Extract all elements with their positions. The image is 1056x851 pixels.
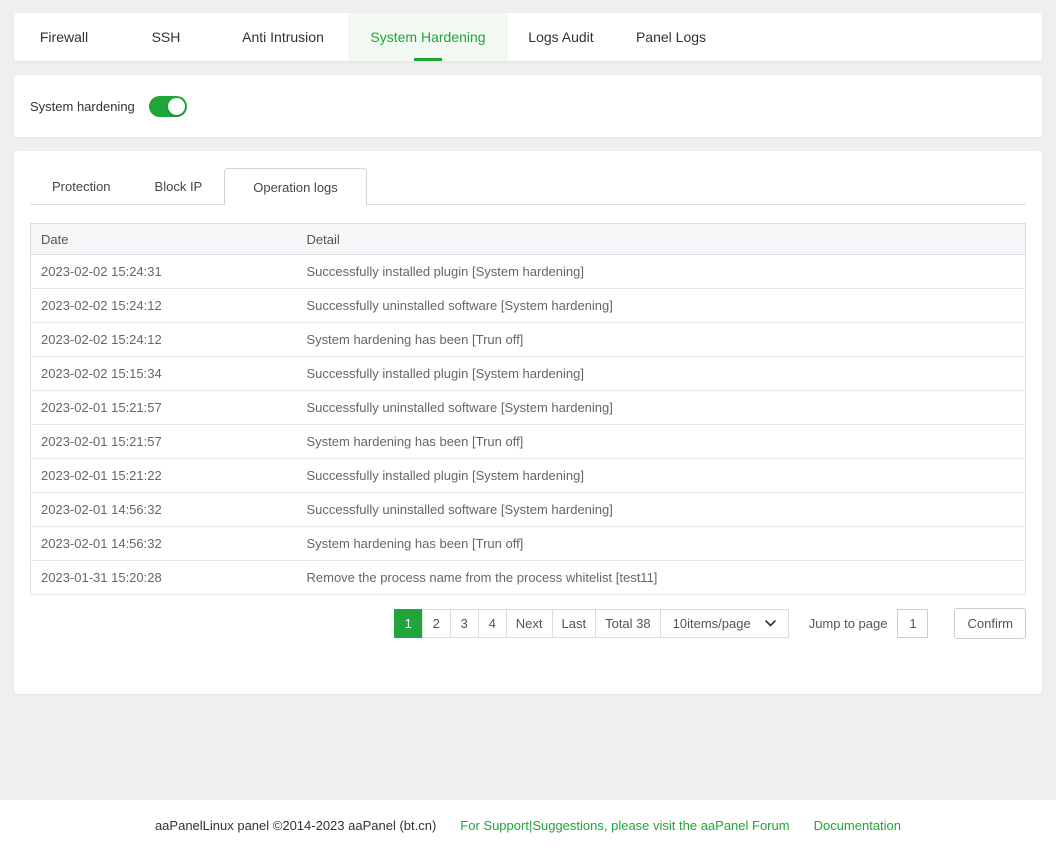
- jump-to-page-input[interactable]: [897, 609, 928, 638]
- tab-label: System Hardening: [370, 29, 485, 45]
- log-detail: Successfully uninstalled software [Syste…: [297, 391, 1026, 425]
- table-row: 2023-02-02 15:24:12 System hardening has…: [31, 323, 1026, 357]
- table-header-row: Date Detail: [31, 224, 1026, 255]
- next-page-button[interactable]: Next: [506, 609, 553, 638]
- log-date: 2023-02-02 15:24:12: [31, 323, 297, 357]
- tab-label: Panel Logs: [636, 29, 706, 45]
- operation-logs-panel: Protection Block IP Operation logs Date …: [14, 151, 1042, 694]
- page-button-2[interactable]: 2: [422, 609, 451, 638]
- operation-logs-table: Date Detail 2023-02-02 15:24:31 Successf…: [30, 223, 1026, 595]
- column-header-date: Date: [31, 224, 297, 255]
- tab-firewall[interactable]: Firewall: [14, 13, 114, 61]
- log-detail: Successfully uninstalled software [Syste…: [297, 493, 1026, 527]
- page-button-1[interactable]: 1: [394, 609, 423, 638]
- page-size-select[interactable]: 10items/page: [660, 609, 789, 638]
- tab-label: Logs Audit: [528, 29, 593, 45]
- column-header-detail: Detail: [297, 224, 1026, 255]
- log-detail: System hardening has been [Trun off]: [297, 527, 1026, 561]
- log-date: 2023-01-31 15:20:28: [31, 561, 297, 595]
- log-detail: Remove the process name from the process…: [297, 561, 1026, 595]
- total-count: Total 38: [595, 609, 661, 638]
- log-detail: System hardening has been [Trun off]: [297, 425, 1026, 459]
- table-row: 2023-02-01 15:21:57 Successfully uninsta…: [31, 391, 1026, 425]
- log-detail: Successfully uninstalled software [Syste…: [297, 289, 1026, 323]
- subtab-label: Protection: [52, 179, 111, 194]
- system-hardening-toggle[interactable]: [149, 96, 187, 117]
- table-row: 2023-02-01 15:21:22 Successfully install…: [31, 459, 1026, 493]
- log-detail: Successfully installed plugin [System ha…: [297, 357, 1026, 391]
- log-date: 2023-02-01 15:21:57: [31, 425, 297, 459]
- log-date: 2023-02-01 15:21:22: [31, 459, 297, 493]
- tab-anti-intrusion[interactable]: Anti Intrusion: [218, 13, 348, 61]
- log-date: 2023-02-01 14:56:32: [31, 493, 297, 527]
- jump-to-page-label: Jump to page: [809, 616, 888, 631]
- toggle-knob: [168, 98, 185, 115]
- subtab-operation-logs[interactable]: Operation logs: [224, 168, 367, 205]
- subtab-block-ip[interactable]: Block IP: [133, 168, 225, 204]
- table-row: 2023-02-02 15:15:34 Successfully install…: [31, 357, 1026, 391]
- tab-logs-audit[interactable]: Logs Audit: [508, 13, 614, 61]
- tab-ssh[interactable]: SSH: [114, 13, 218, 61]
- table-row: 2023-02-02 15:24:12 Successfully uninsta…: [31, 289, 1026, 323]
- subtab-label: Block IP: [155, 179, 203, 194]
- log-detail: Successfully installed plugin [System ha…: [297, 459, 1026, 493]
- pagination-bar: 1 2 3 4 Next Last Total 38 10items/page …: [30, 608, 1026, 639]
- table-row: 2023-02-02 15:24:31 Successfully install…: [31, 255, 1026, 289]
- log-date: 2023-02-02 15:15:34: [31, 357, 297, 391]
- hardening-toggle-label: System hardening: [30, 99, 135, 114]
- subtab-label: Operation logs: [253, 180, 338, 195]
- log-date: 2023-02-01 14:56:32: [31, 527, 297, 561]
- pager-group: 1 2 3 4 Next Last Total 38 10items/page: [394, 609, 789, 638]
- hardening-toggle-card: System hardening: [14, 75, 1042, 137]
- chevron-down-icon: [765, 620, 776, 627]
- documentation-link[interactable]: Documentation: [814, 818, 901, 833]
- log-date: 2023-02-01 15:21:57: [31, 391, 297, 425]
- log-detail: System hardening has been [Trun off]: [297, 323, 1026, 357]
- security-tab-bar: Firewall SSH Anti Intrusion System Harde…: [14, 13, 1042, 61]
- tab-label: Firewall: [40, 29, 88, 45]
- log-detail: Successfully installed plugin [System ha…: [297, 255, 1026, 289]
- confirm-button[interactable]: Confirm: [954, 608, 1026, 639]
- table-row: 2023-01-31 15:20:28 Remove the process n…: [31, 561, 1026, 595]
- table-row: 2023-02-01 14:56:32 Successfully uninsta…: [31, 493, 1026, 527]
- active-tab-indicator: [414, 58, 442, 61]
- tab-system-hardening[interactable]: System Hardening: [348, 13, 508, 61]
- last-page-button[interactable]: Last: [552, 609, 597, 638]
- table-row: 2023-02-01 15:21:57 System hardening has…: [31, 425, 1026, 459]
- tab-panel-logs[interactable]: Panel Logs: [614, 13, 728, 61]
- tab-label: Anti Intrusion: [242, 29, 324, 45]
- sub-tab-bar: Protection Block IP Operation logs: [30, 168, 1026, 205]
- subtab-protection[interactable]: Protection: [30, 168, 133, 204]
- page-footer: aaPanelLinux panel ©2014-2023 aaPanel (b…: [0, 800, 1056, 851]
- page-button-4[interactable]: 4: [478, 609, 507, 638]
- copyright-text: aaPanelLinux panel ©2014-2023 aaPanel (b…: [155, 818, 436, 833]
- table-row: 2023-02-01 14:56:32 System hardening has…: [31, 527, 1026, 561]
- tab-label: SSH: [152, 29, 181, 45]
- log-date: 2023-02-02 15:24:31: [31, 255, 297, 289]
- log-date: 2023-02-02 15:24:12: [31, 289, 297, 323]
- page-size-value: 10items/page: [673, 616, 751, 631]
- page-button-3[interactable]: 3: [450, 609, 479, 638]
- support-forum-link[interactable]: For Support|Suggestions, please visit th…: [460, 818, 789, 833]
